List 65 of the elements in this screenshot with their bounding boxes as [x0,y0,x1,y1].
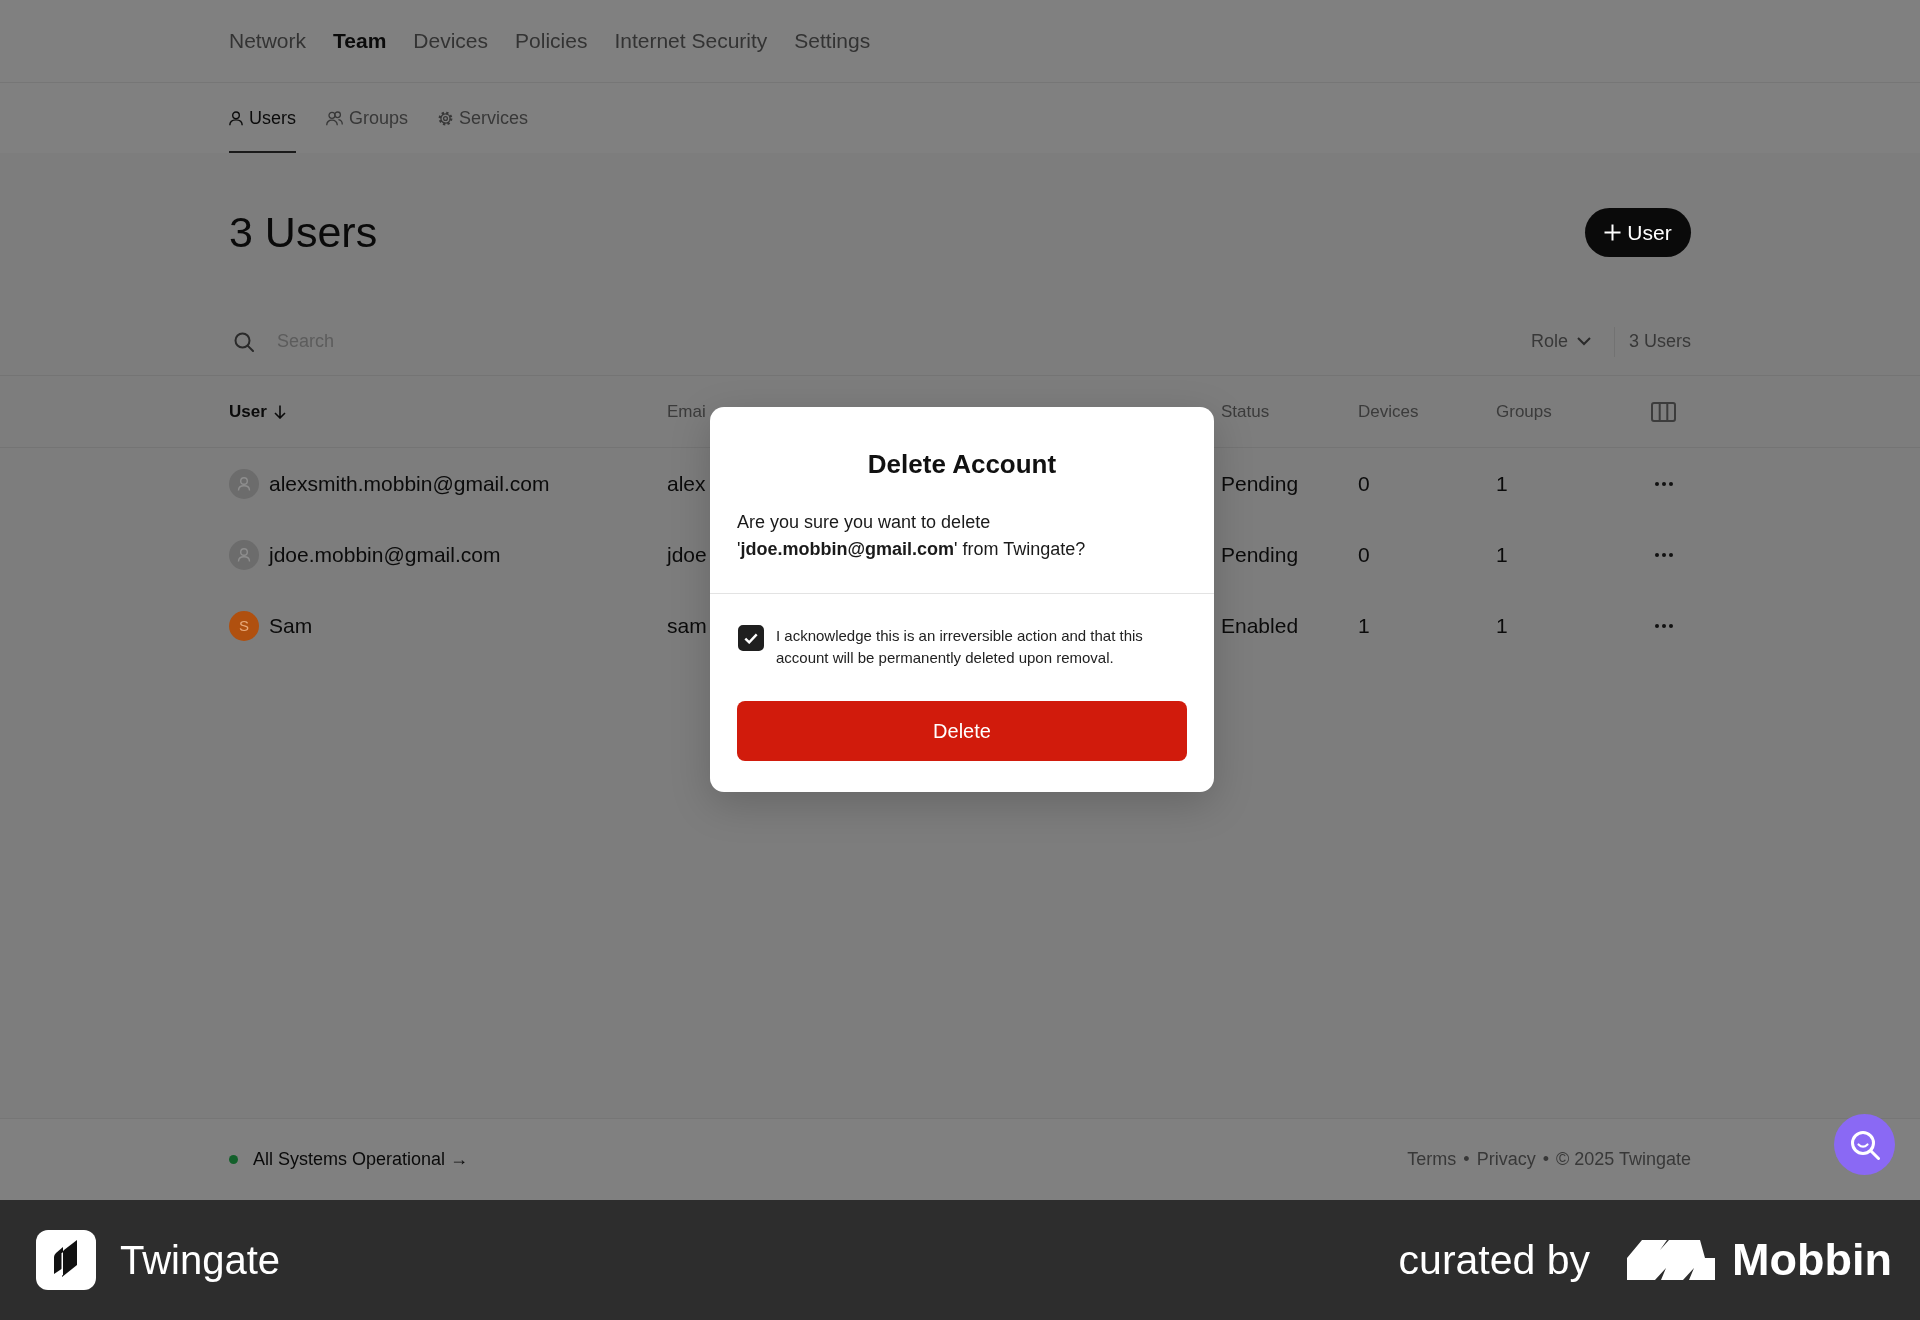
role-filter-dropdown[interactable]: Role [1530,331,1591,352]
column-header[interactable]: Status [1221,401,1270,422]
column-header[interactable]: Emai [667,401,706,422]
footer-link[interactable]: Terms [1407,1149,1457,1170]
status-dot-icon [229,1155,238,1164]
columns-icon[interactable] [1651,401,1676,422]
more-icon[interactable] [1654,623,1673,628]
bullet-separator: • [1542,1149,1549,1170]
footer-link[interactable]: Privacy [1476,1149,1536,1170]
user-avatar-icon [229,468,259,499]
user-avatar: S [229,610,259,641]
sub-tab[interactable]: Services [438,83,529,153]
device-count: 0 [1358,542,1370,566]
dialog-title: Delete Account [866,448,1058,480]
gear-icon [438,110,454,126]
curated-by-text: curated by [1398,1236,1591,1284]
more-icon[interactable] [1654,481,1673,486]
email-text: alex [667,471,706,495]
nav-tab[interactable]: Devices [413,29,489,53]
column-header[interactable]: User [229,401,286,422]
arrow-down-icon [273,404,286,419]
user-name: Sam [269,613,313,638]
nav-tab[interactable]: Network [229,29,307,53]
system-status-link[interactable]: All Systems Operational → [253,1149,469,1170]
checkmark-icon [744,632,758,644]
app-logo-icon [36,1230,96,1290]
plus-icon [1604,224,1622,241]
copyright-text: © 2025 Twingate [1555,1149,1691,1170]
nav-tab[interactable]: Policies [515,29,588,53]
user-name: alexsmith.mobbin@gmail.com [269,471,550,496]
logo-mark-icon [1627,1240,1716,1280]
acknowledge-label: I acknowledge this is an irreversible action and that this account will be permanently deleted upon removal. [776,626,1144,668]
email-text: sam [667,613,707,637]
group-count: 1 [1496,471,1508,495]
user-avatar-icon [229,539,259,570]
email-text: jdoe [667,542,707,566]
device-count: 1 [1358,613,1370,637]
group-count: 1 [1496,613,1508,637]
device-count: 0 [1358,471,1370,495]
chevron-down-icon [1577,337,1591,346]
delete-button[interactable]: Delete [737,701,1187,761]
person-icon [229,110,243,126]
column-header[interactable]: Devices [1358,401,1419,422]
bullet-separator: • [1463,1149,1470,1170]
status-text: Pending [1221,542,1299,566]
sub-tab[interactable]: Groups [326,83,409,153]
app-name: Twingate [120,1237,281,1283]
group-count: 1 [1496,542,1508,566]
user-count: 3 Users [1629,331,1691,352]
nav-tab[interactable]: Settings [794,29,871,53]
curator-name: Mobbin [1732,1234,1892,1286]
dialog-message: Are you sure you want to delete 'jdoe.mobbin@gmail.com' from Twingate? [737,511,1087,561]
acknowledge-checkbox[interactable] [738,625,764,651]
nav-tab[interactable]: Internet Security [614,29,768,53]
people-icon [326,110,343,126]
add-user-button[interactable]: User [1585,208,1691,257]
more-icon[interactable] [1654,552,1673,557]
nav-tab[interactable]: Team [333,29,387,53]
magnifier-icon [1849,1129,1880,1160]
search-icon [234,331,254,352]
column-header[interactable]: Groups [1496,401,1552,422]
page-title: 3 Users [229,208,378,257]
status-text: Enabled [1221,613,1299,637]
status-text: Pending [1221,471,1299,495]
user-name: jdoe.mobbin@gmail.com [269,542,501,567]
